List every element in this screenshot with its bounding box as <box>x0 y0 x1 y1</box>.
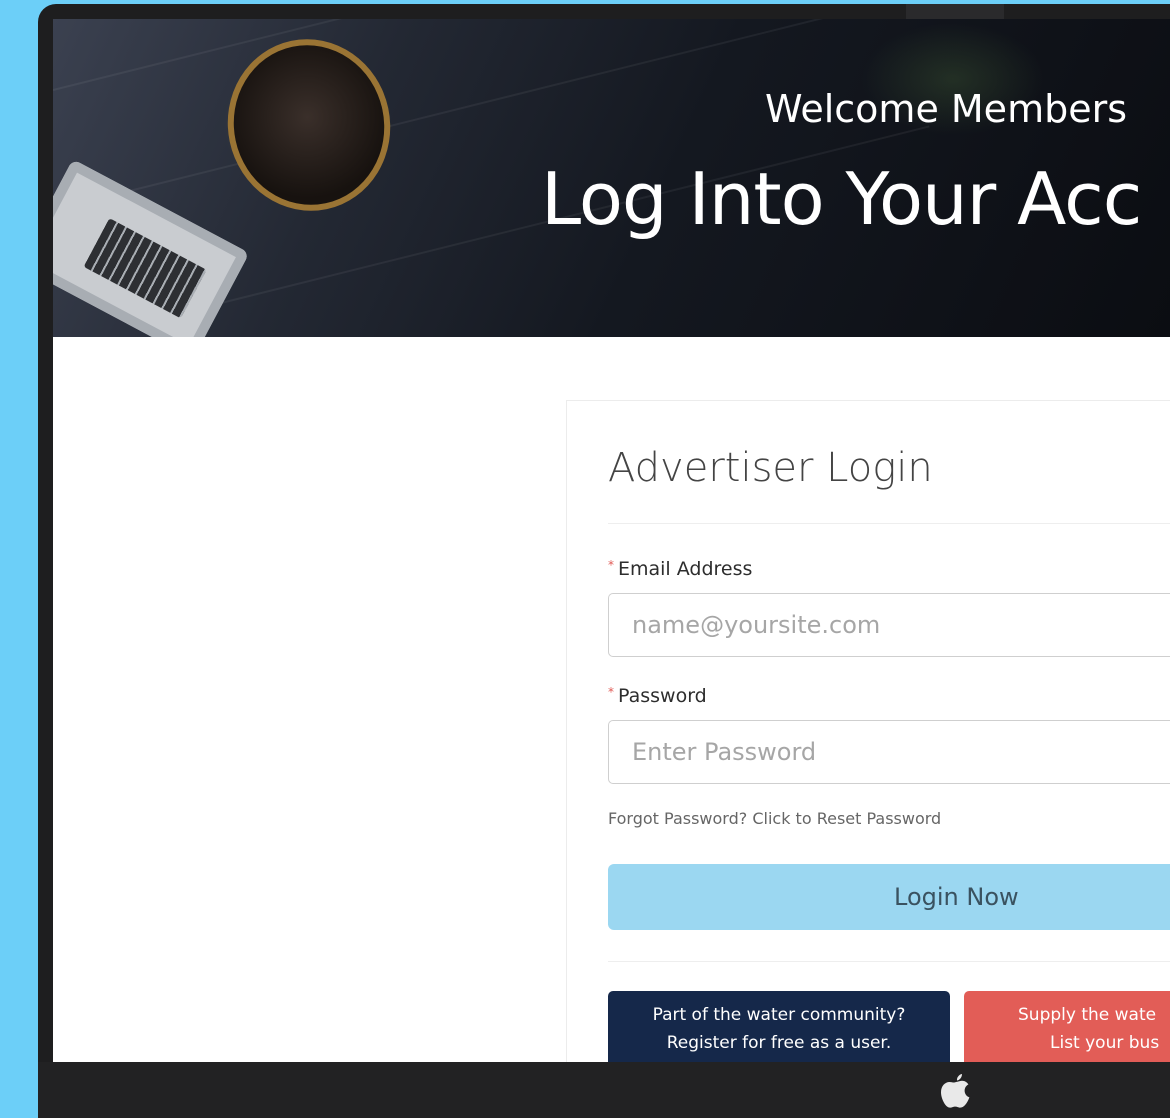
basket-image <box>211 24 407 226</box>
hero-banner: Welcome Members Log Into Your Acc <box>53 19 1170 337</box>
hero-title: Log Into Your Acc <box>541 157 1142 241</box>
register-user-line2: Register for free as a user. <box>666 1033 892 1053</box>
list-business-line1: Supply the wate <box>1018 1005 1157 1025</box>
register-user-line1: Part of the water community? <box>652 1005 906 1025</box>
login-card: Advertiser Login * Email Address * Passwor… <box>566 400 1170 1062</box>
login-title: Advertiser Login <box>608 445 933 491</box>
password-label: * Password <box>608 685 707 707</box>
title-divider <box>608 523 1170 524</box>
email-label: * Email Address <box>608 558 752 580</box>
login-button[interactable]: Login Now <box>608 864 1170 930</box>
email-label-text: Email Address <box>618 558 753 580</box>
apple-icon <box>940 1072 972 1110</box>
register-user-button[interactable]: Part of the water community? Register fo… <box>608 991 950 1062</box>
list-business-button[interactable]: Supply the wate List your bus <box>964 991 1170 1062</box>
email-field[interactable] <box>608 593 1170 657</box>
list-business-line2: List your bus <box>1050 1033 1160 1053</box>
laptop-bezel-bottom <box>38 1062 1170 1118</box>
forgot-password-link[interactable]: Forgot Password? Click to Reset Password <box>608 809 941 828</box>
keyboard-keys <box>83 218 207 319</box>
laptop-frame: Welcome Members Log Into Your Acc Advert… <box>38 4 1170 1118</box>
required-marker: * <box>608 558 614 572</box>
password-field[interactable] <box>608 720 1170 784</box>
hero-subtitle: Welcome Members <box>765 87 1128 131</box>
required-marker: * <box>608 685 614 699</box>
cta-divider <box>608 961 1170 962</box>
browser-viewport: Welcome Members Log Into Your Acc Advert… <box>53 19 1170 1062</box>
hero-texture <box>53 19 733 91</box>
password-label-text: Password <box>618 685 707 707</box>
